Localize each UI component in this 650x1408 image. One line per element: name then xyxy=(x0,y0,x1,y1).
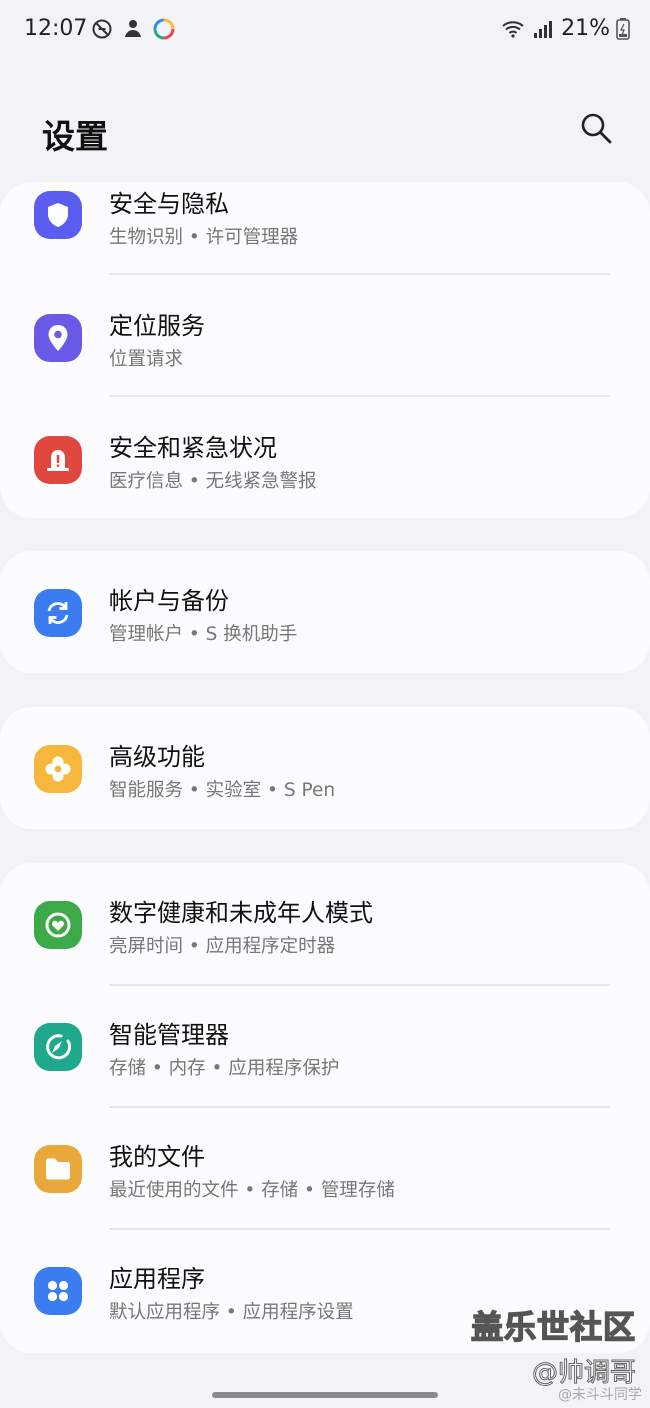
item-title: 帐户与备份 xyxy=(109,587,229,615)
settings-item-location[interactable]: 定位服务 位置请求 xyxy=(0,276,650,398)
item-subtitle: 管理帐户 • S 换机助手 xyxy=(109,624,298,645)
status-bar: 12:07 21% xyxy=(0,0,650,62)
notification-app-icon xyxy=(125,20,141,37)
advanced-features-icon xyxy=(34,745,82,793)
battery-percentage: 21% xyxy=(561,16,610,41)
settings-card-accounts: 帐户与备份 管理帐户 • S 换机助手 xyxy=(0,551,650,673)
device-care-icon xyxy=(34,1023,82,1071)
settings-item-accounts-backup[interactable]: 帐户与备份 管理帐户 • S 换机助手 xyxy=(0,551,650,673)
no-disturb-icon xyxy=(92,19,112,39)
settings-card-advanced: 高级功能 智能服务 • 实验室 • S Pen xyxy=(0,707,650,829)
settings-item-advanced-features[interactable]: 高级功能 智能服务 • 实验室 • S Pen xyxy=(0,707,650,829)
location-pin-icon xyxy=(34,314,82,362)
item-title: 安全与隐私 xyxy=(109,190,229,218)
home-indicator[interactable] xyxy=(212,1392,438,1398)
search-icon[interactable] xyxy=(578,110,614,146)
settings-item-device-care[interactable]: 智能管理器 存储 • 内存 • 应用程序保护 xyxy=(0,985,650,1107)
item-title: 应用程序 xyxy=(109,1265,205,1293)
item-title: 数字健康和未成年人模式 xyxy=(109,899,373,927)
digital-wellbeing-icon xyxy=(34,901,82,949)
watermark-weibo: @未斗斗同学 xyxy=(558,1387,642,1403)
divider xyxy=(109,395,610,397)
item-subtitle: 默认应用程序 • 应用程序设置 xyxy=(109,1302,354,1323)
item-subtitle: 亮屏时间 • 应用程序定时器 xyxy=(109,936,336,957)
item-title: 定位服务 xyxy=(109,312,205,340)
folder-icon xyxy=(34,1145,82,1193)
battery-icon xyxy=(616,17,630,40)
divider xyxy=(109,273,610,275)
page-title: 设置 xyxy=(42,117,108,156)
item-subtitle: 最近使用的文件 • 存储 • 管理存储 xyxy=(109,1180,395,1201)
settings-card-device: 数字健康和未成年人模式 亮屏时间 • 应用程序定时器 智能管理器 存储 • 内存… xyxy=(0,863,650,1353)
shield-icon xyxy=(34,191,82,239)
item-title: 安全和紧急状况 xyxy=(109,434,277,462)
item-subtitle: 位置请求 xyxy=(109,349,184,370)
settings-item-emergency[interactable]: 安全和紧急状况 医疗信息 • 无线紧急警报 xyxy=(0,398,650,520)
watermark-community: 盖乐世社区 xyxy=(470,1307,636,1347)
emergency-alert-icon xyxy=(34,436,82,484)
settings-card-privacy: 安全与隐私 生物识别 • 许可管理器 定位服务 位置请求 安全和紧急状况 医疗信… xyxy=(0,182,650,518)
item-subtitle: 医疗信息 • 无线紧急警报 xyxy=(109,471,317,492)
status-time: 12:07 xyxy=(24,16,88,41)
settings-item-my-files[interactable]: 我的文件 最近使用的文件 • 存储 • 管理存储 xyxy=(0,1107,650,1229)
item-subtitle: 生物识别 • 许可管理器 xyxy=(109,227,299,248)
signal-icon xyxy=(534,20,553,38)
wifi-icon xyxy=(502,20,524,38)
apps-icon xyxy=(34,1267,82,1315)
item-title: 我的文件 xyxy=(109,1143,205,1171)
item-title: 智能管理器 xyxy=(109,1021,229,1049)
settings-item-digital-wellbeing[interactable]: 数字健康和未成年人模式 亮屏时间 • 应用程序定时器 xyxy=(0,863,650,985)
sync-icon xyxy=(34,589,82,637)
colorful-app-icon xyxy=(153,18,175,40)
item-title: 高级功能 xyxy=(109,743,205,771)
item-subtitle: 智能服务 • 实验室 • S Pen xyxy=(109,780,336,801)
item-subtitle: 存储 • 内存 • 应用程序保护 xyxy=(109,1058,340,1079)
